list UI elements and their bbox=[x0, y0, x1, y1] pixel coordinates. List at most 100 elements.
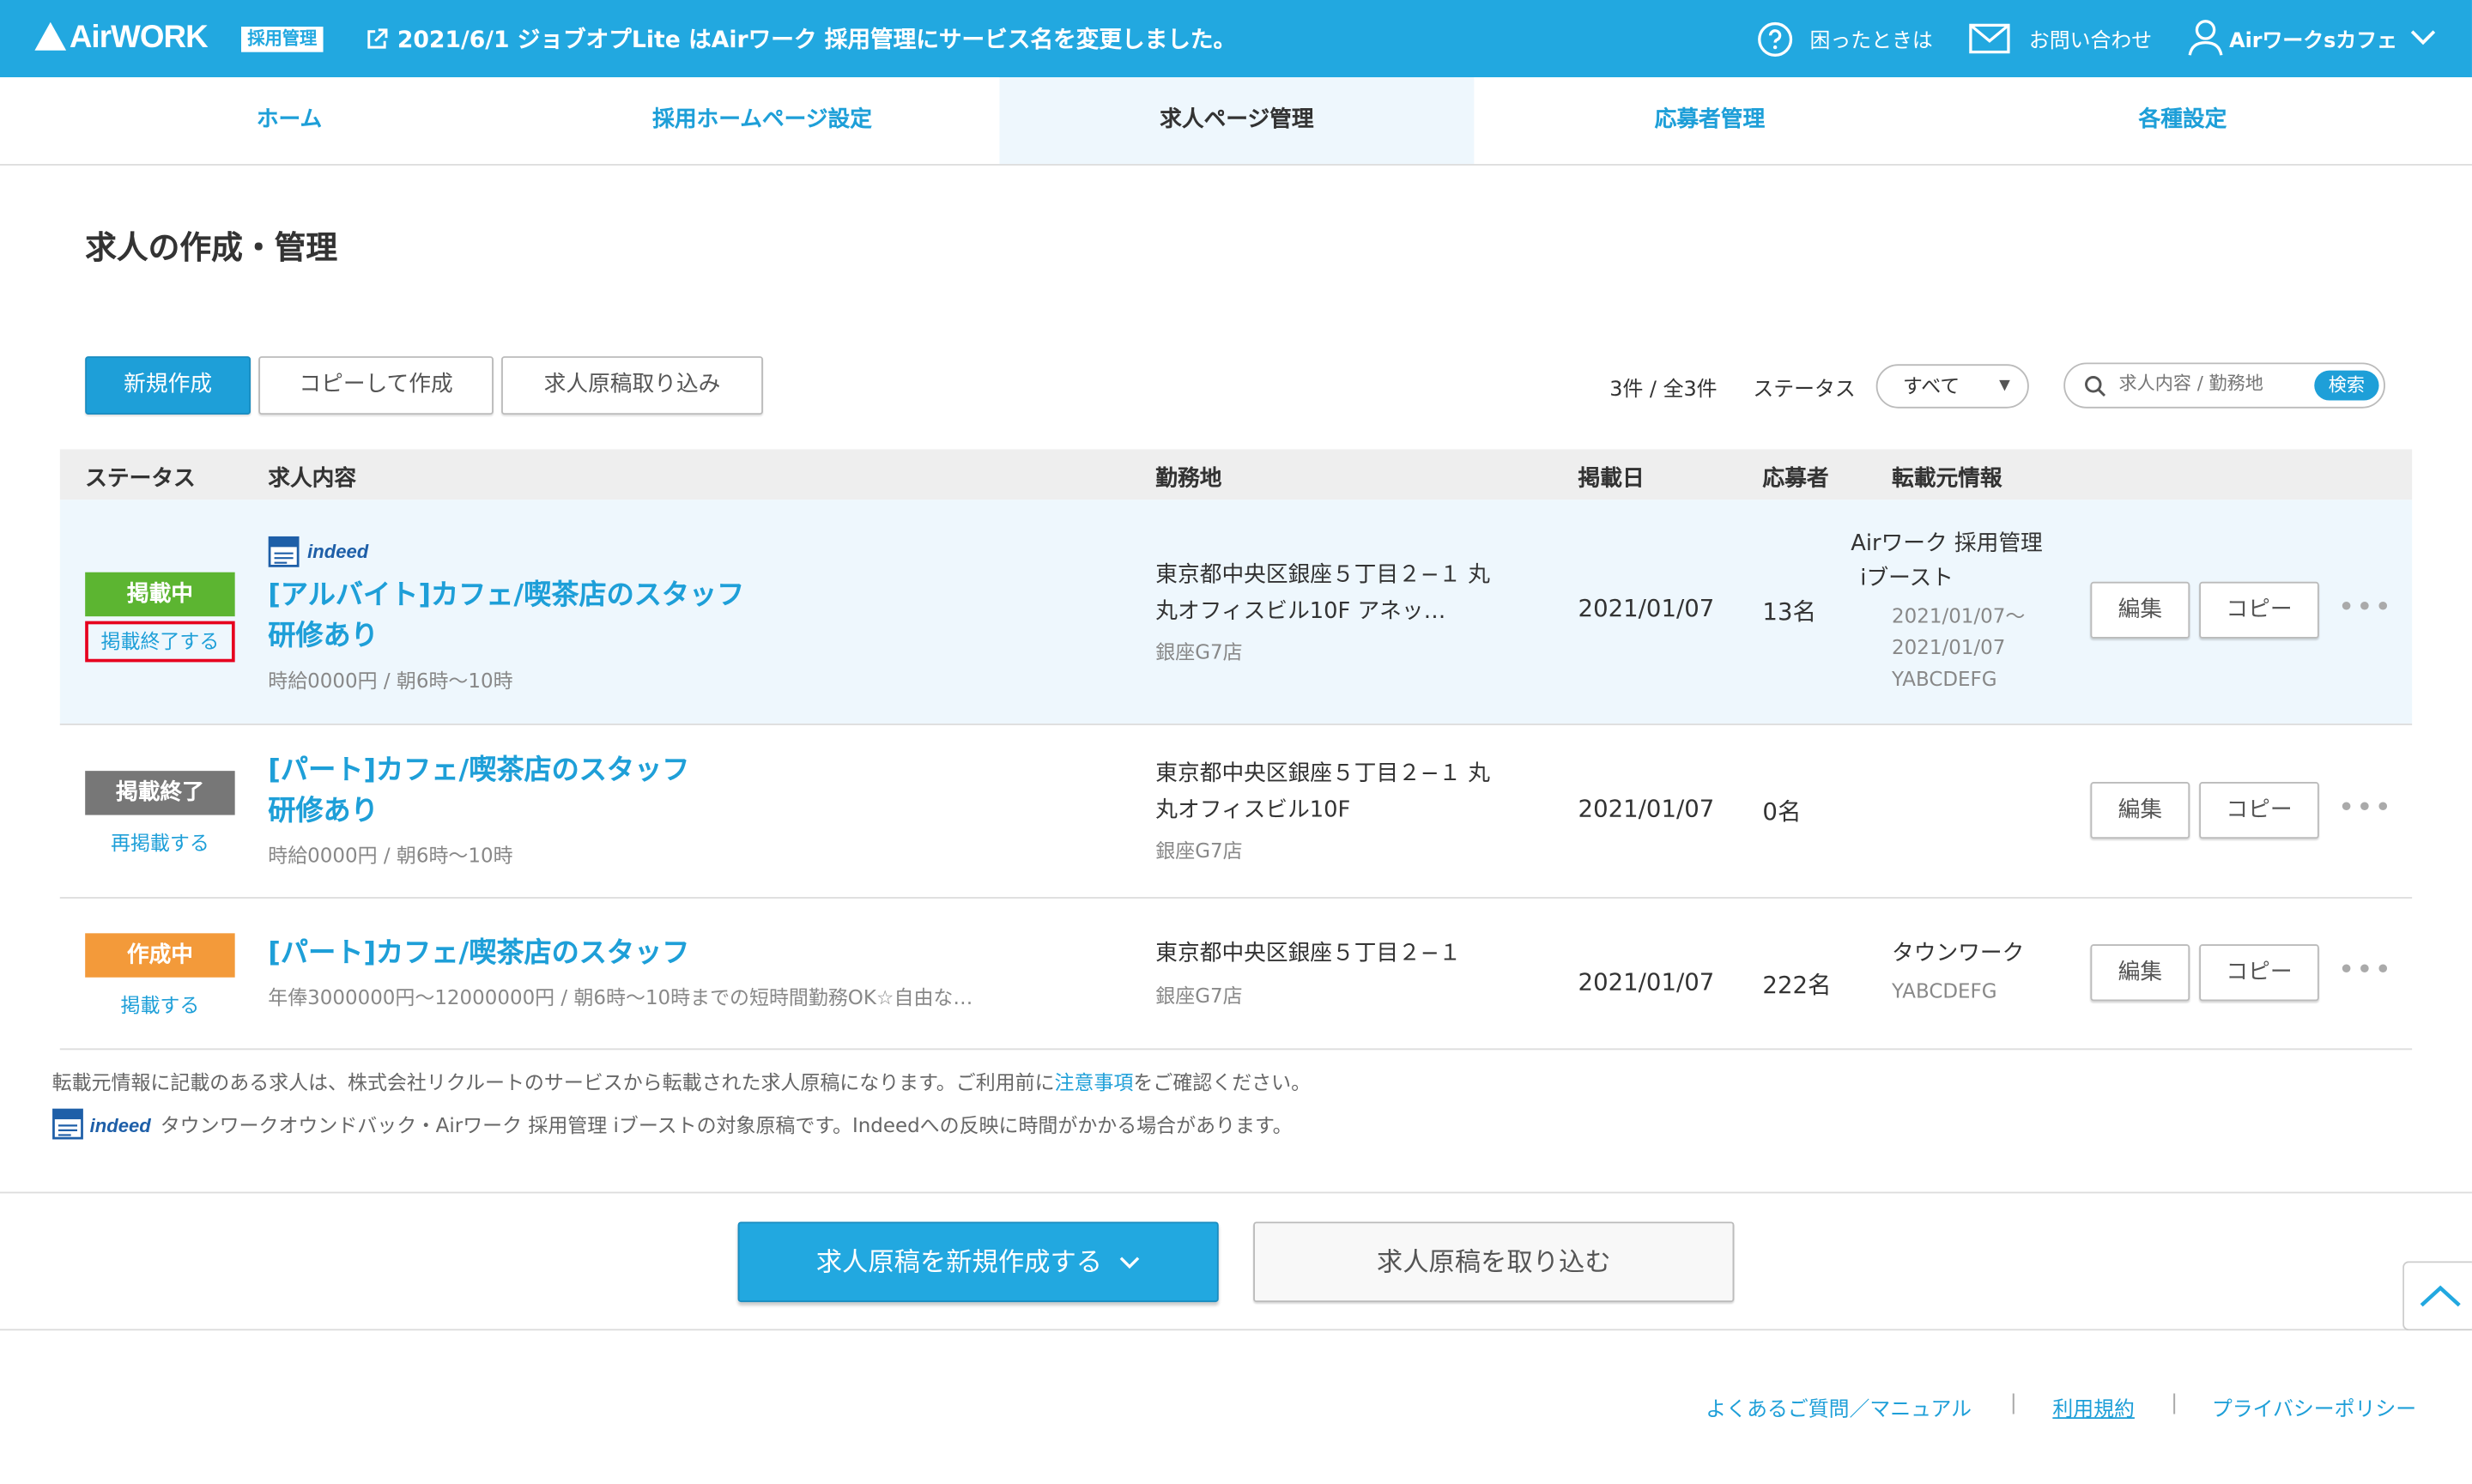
applicant-count: 13名 bbox=[1762, 597, 1817, 627]
col-date: 掲載日 bbox=[1578, 466, 1645, 493]
status-filter-label: ステータス bbox=[1753, 378, 1856, 403]
tab-settings[interactable]: 各種設定 bbox=[1945, 77, 2420, 164]
source-code: YABCDEFG bbox=[1892, 666, 1997, 691]
table-row: 作成中 掲載する [パート]カフェ/喫茶店のスタッフ 年俸3000000円〜12… bbox=[59, 899, 2413, 1051]
job-summary: 時給0000円 / 朝6時〜10時 bbox=[268, 668, 513, 693]
table-row: 掲載中 掲載終了する indeed [アルバイト]カフェ/喫茶店のスタッフ 研修… bbox=[59, 500, 2413, 725]
search-button[interactable]: 検索 bbox=[2314, 370, 2379, 401]
edit-button[interactable]: 編集 bbox=[2090, 581, 2190, 639]
publish-link[interactable]: 掲載する bbox=[85, 989, 234, 1019]
job-title-link[interactable]: [アルバイト]カフェ/喫茶店のスタッフ 研修あり bbox=[268, 575, 744, 657]
tab-recruit-homepage[interactable]: 採用ホームページ設定 bbox=[525, 77, 1000, 164]
tab-applicants[interactable]: 応募者管理 bbox=[1472, 77, 1947, 164]
copy-create-button[interactable]: コピーして作成 bbox=[258, 356, 494, 415]
notice-link[interactable]: 2021/6/1 ジョブオプLite はAirワーク 採用管理にサービス名を変更… bbox=[366, 22, 1236, 56]
table-row: 掲載終了 再掲載する [パート]カフェ/喫茶店のスタッフ 研修あり 時給0000… bbox=[59, 725, 2413, 899]
more-options-icon[interactable]: ••• bbox=[2338, 791, 2393, 825]
airwork-logo[interactable]: AirWORK bbox=[34, 19, 209, 57]
source-period: 2021/01/07〜 2021/01/07 YABCDEFG bbox=[1892, 601, 2025, 695]
source-code: YABCDEFG bbox=[1892, 978, 1997, 1003]
store-name: 銀座G7店 bbox=[1155, 639, 1243, 664]
reprint-notice-text: 転載元情報に記載のある求人は、株式会社リクルートのサービスから転載された求人原稿… bbox=[52, 1070, 1055, 1094]
source-info: Airワーク 採用管理 iブースト bbox=[1851, 526, 2043, 596]
new-job-button[interactable]: 新規作成 bbox=[85, 356, 251, 415]
col-content: 求人内容 bbox=[268, 466, 357, 493]
import-job-button[interactable]: 求人原稿取り込み bbox=[501, 356, 763, 415]
end-listing-link[interactable]: 掲載終了する bbox=[85, 621, 235, 663]
indeed-label: indeed bbox=[89, 1114, 151, 1137]
contact-link[interactable]: お問い合わせ bbox=[2029, 24, 2152, 54]
indeed-badge: indeed bbox=[268, 536, 368, 573]
indeed-notice: indeed タウンワークオウンドバック・Airワーク 採用管理 iブーストの対象… bbox=[52, 1108, 1293, 1140]
job-title-link[interactable]: [パート]カフェ/喫茶店のスタッフ 研修あり bbox=[268, 750, 689, 833]
applicant-count: 0名 bbox=[1762, 797, 1802, 827]
copy-button[interactable]: コピー bbox=[2199, 581, 2319, 639]
store-name: 銀座G7店 bbox=[1155, 984, 1243, 1008]
source-name: Airワーク 採用管理 bbox=[1851, 530, 2043, 557]
copy-button[interactable]: コピー bbox=[2199, 782, 2319, 839]
post-date: 2021/01/07 bbox=[1578, 794, 1715, 823]
logo-triangle-icon bbox=[34, 21, 67, 51]
address-line2: 丸オフィスビル10F bbox=[1155, 797, 1351, 823]
status-filter-value: すべて bbox=[1902, 373, 1960, 397]
page-title: 求人の作成・管理 bbox=[85, 228, 338, 267]
work-location: 東京都中央区銀座５丁目２−１ 丸 丸オフィスビル10F bbox=[1155, 757, 1534, 829]
source-end: 2021/01/07 bbox=[1892, 635, 2006, 659]
help-link[interactable]: 困ったときは bbox=[1810, 24, 1933, 54]
work-location: 東京都中央区銀座５丁目２−１ 丸 丸オフィスビル10F アネッ… bbox=[1155, 558, 1534, 630]
create-job-dropdown-button[interactable]: 求人原稿を新規作成する bbox=[737, 1221, 1219, 1303]
chevron-down-icon[interactable] bbox=[2410, 30, 2436, 45]
tab-job-pages[interactable]: 求人ページ管理 bbox=[999, 76, 1475, 165]
result-count: 3件 / 全3件 bbox=[1609, 378, 1718, 403]
logo-badge: 採用管理 bbox=[241, 27, 324, 52]
privacy-link[interactable]: プライバシーポリシー bbox=[2212, 1392, 2416, 1422]
table-header: ステータス 求人内容 勤務地 掲載日 応募者 転載元情報 bbox=[59, 449, 2413, 500]
col-status: ステータス bbox=[85, 466, 196, 493]
job-summary: 時給0000円 / 朝6時〜10時 bbox=[268, 843, 513, 868]
top-header: AirWORK 採用管理 2021/6/1 ジョブオプLite はAirワーク … bbox=[0, 0, 2472, 77]
work-location: 東京都中央区銀座５丁目２−１ bbox=[1155, 936, 1534, 972]
post-date: 2021/01/07 bbox=[1578, 594, 1715, 623]
col-source: 転載元情報 bbox=[1892, 466, 2002, 493]
import-job-big-button[interactable]: 求人原稿を取り込む bbox=[1253, 1221, 1735, 1303]
tab-home[interactable]: ホーム bbox=[52, 77, 527, 164]
status-badge-draft: 作成中 bbox=[85, 933, 235, 978]
more-options-icon[interactable]: ••• bbox=[2338, 954, 2393, 987]
terms-link[interactable]: 利用規約 bbox=[2052, 1392, 2135, 1422]
source-name: タウンワーク bbox=[1892, 941, 2025, 966]
status-badge-live: 掲載中 bbox=[85, 572, 235, 617]
source-start: 2021/01/07〜 bbox=[1892, 603, 2026, 628]
col-applicants: 応募者 bbox=[1762, 466, 1829, 493]
footer-separator: | bbox=[2171, 1391, 2178, 1416]
chevron-down-icon bbox=[1120, 1257, 1140, 1269]
edit-button[interactable]: 編集 bbox=[2090, 782, 2190, 839]
search-input[interactable] bbox=[2118, 372, 2308, 395]
job-summary: 年俸3000000円〜12000000円 / 朝6時〜10時までの短時間勤務OK… bbox=[268, 984, 973, 1009]
job-title-line2: 研修あり bbox=[268, 621, 379, 653]
account-menu[interactable]: Airワークsカフェ bbox=[2229, 24, 2397, 54]
job-title-line1: [アルバイト]カフェ/喫茶店のスタッフ bbox=[268, 579, 745, 612]
scroll-to-top-button[interactable] bbox=[2402, 1261, 2472, 1331]
status-filter-select[interactable]: すべて ▼ bbox=[1875, 364, 2029, 409]
faq-link[interactable]: よくあるご質問／マニュアル bbox=[1706, 1392, 1972, 1422]
indeed-label: indeed bbox=[307, 540, 369, 563]
address-line1: 東京都中央区銀座５丁目２−１ 丸 bbox=[1155, 761, 1491, 787]
post-date: 2021/01/07 bbox=[1578, 967, 1715, 996]
job-title-line1: [パート]カフェ/喫茶店のスタッフ bbox=[268, 937, 690, 970]
edit-button[interactable]: 編集 bbox=[2090, 944, 2190, 1002]
applicant-count: 222名 bbox=[1762, 971, 1832, 1000]
more-options-icon[interactable]: ••• bbox=[2338, 591, 2393, 625]
caution-link[interactable]: 注意事項 bbox=[1055, 1070, 1134, 1094]
job-title-link[interactable]: [パート]カフェ/喫茶店のスタッフ bbox=[268, 933, 689, 974]
reprint-notice: 転載元情報に記載のある求人は、株式会社リクルートのサービスから転載された求人原稿… bbox=[52, 1066, 1311, 1096]
search-box: 検索 bbox=[2063, 362, 2385, 409]
job-title-line1: [パート]カフェ/喫茶店のスタッフ bbox=[268, 754, 690, 787]
user-icon bbox=[2188, 20, 2223, 56]
republish-link[interactable]: 再掲載する bbox=[85, 826, 234, 856]
chevron-up-icon bbox=[2420, 1285, 2461, 1307]
address-line1: 東京都中央区銀座５丁目２−１ 丸 bbox=[1155, 562, 1491, 589]
source-product: iブースト bbox=[1860, 566, 1954, 591]
copy-button[interactable]: コピー bbox=[2199, 944, 2319, 1002]
mail-icon bbox=[1969, 23, 2010, 54]
job-title-line2: 研修あり bbox=[268, 796, 379, 828]
